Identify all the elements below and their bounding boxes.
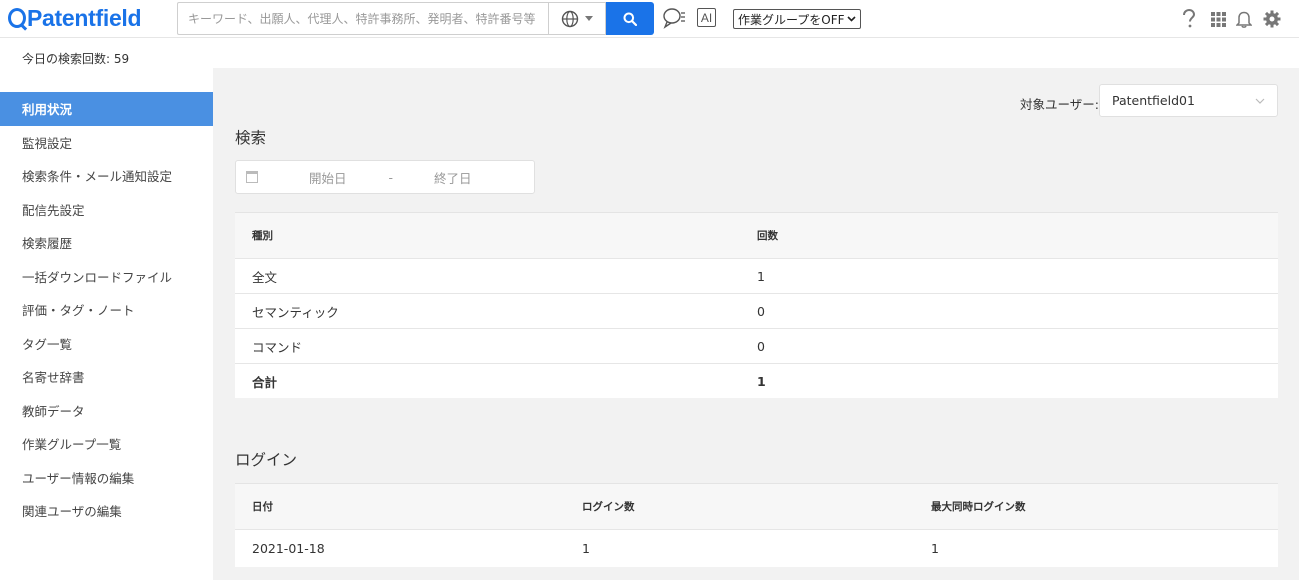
- settings-button[interactable]: [1261, 8, 1283, 30]
- ai-button[interactable]: AI: [697, 8, 716, 27]
- search-box: [177, 2, 548, 35]
- daily-search-count: 今日の検索回数: 59: [22, 52, 130, 66]
- chevron-down-icon: [585, 15, 593, 21]
- language-selector-button[interactable]: [548, 2, 606, 35]
- column-header-count: 回数: [757, 230, 778, 242]
- work-group-select[interactable]: 作業グループをOFF: [733, 9, 861, 29]
- row-count: 0: [757, 303, 765, 319]
- sidebar-item-related-users[interactable]: 関連ユーザの編集: [0, 494, 213, 528]
- sidebar-item-monitoring[interactable]: 監視設定: [0, 126, 213, 160]
- target-user-select[interactable]: Patentfield01: [1099, 84, 1278, 117]
- table-header: 日付 ログイン数 最大同時ログイン数: [235, 483, 1278, 529]
- table-row: コマンド 0: [235, 328, 1278, 363]
- login-section-title: ログイン: [235, 451, 298, 469]
- chevron-down-icon: [847, 16, 856, 22]
- row-count: 1: [757, 268, 765, 284]
- column-header-date: 日付: [252, 501, 273, 513]
- chat-icon: [663, 8, 685, 29]
- search-button[interactable]: [606, 2, 654, 35]
- column-header-type: 種別: [252, 230, 273, 242]
- column-header-login-count: ログイン数: [582, 501, 635, 513]
- work-group-value: 作業グループをOFF: [738, 12, 845, 27]
- notifications-button[interactable]: [1233, 8, 1255, 30]
- sidebar-item-search-conditions[interactable]: 検索条件・メール通知設定: [0, 159, 213, 193]
- end-date-input[interactable]: 終了日: [434, 168, 472, 187]
- logo[interactable]: Patentfield: [8, 4, 142, 31]
- ai-icon: AI: [700, 10, 713, 25]
- globe-icon: [561, 10, 579, 27]
- bell-icon: [1236, 11, 1252, 28]
- sidebar-item-user-info[interactable]: ユーザー情報の編集: [0, 461, 213, 495]
- row-max-concurrent: 1: [931, 541, 939, 556]
- gear-icon: [1263, 10, 1281, 28]
- total-label: 合計: [252, 374, 278, 390]
- sidebar-item-search-history[interactable]: 検索履歴: [0, 226, 213, 260]
- row-count: 0: [757, 338, 765, 354]
- row-type: 全文: [252, 269, 278, 285]
- top-header: Patentfield AI 作業グループをOFF: [0, 0, 1299, 38]
- row-date: 2021-01-18: [252, 541, 325, 556]
- search-icon: [623, 12, 637, 26]
- logo-text: Patentfield: [27, 4, 142, 31]
- table-row: セマンティック 0: [235, 293, 1278, 328]
- logo-mark-icon: [8, 8, 26, 28]
- calendar-icon: [246, 171, 258, 183]
- date-range-picker[interactable]: 開始日 - 終了日: [235, 160, 535, 194]
- sidebar-item-eval-tag-note[interactable]: 評価・タグ・ノート: [0, 293, 213, 327]
- sidebar-item-tag-list[interactable]: タグ一覧: [0, 327, 213, 361]
- apps-button[interactable]: [1207, 8, 1229, 30]
- table-row: 全文 1: [235, 258, 1278, 293]
- login-table: 日付 ログイン数 最大同時ログイン数 2021-01-18 1 1: [235, 483, 1278, 567]
- sidebar-item-bulk-download[interactable]: 一括ダウンロードファイル: [0, 260, 213, 294]
- search-usage-table: 種別 回数 全文 1 セマンティック 0 コマンド 0 合計 1: [235, 212, 1278, 398]
- row-login-count: 1: [582, 541, 590, 556]
- search-input[interactable]: [178, 3, 548, 34]
- date-separator: -: [388, 169, 394, 185]
- column-header-max-concurrent: 最大同時ログイン数: [931, 501, 1026, 513]
- start-date-input[interactable]: 開始日: [309, 168, 347, 187]
- help-icon: [1183, 9, 1196, 28]
- table-header: 種別 回数: [235, 212, 1278, 258]
- total-count: 1: [757, 373, 766, 389]
- target-user-value: Patentfield01: [1112, 93, 1195, 108]
- main-content: 対象ユーザー: Patentfield01 検索 開始日 - 終了日 種別 回数…: [213, 68, 1299, 580]
- sidebar-item-work-groups[interactable]: 作業グループ一覧: [0, 427, 213, 461]
- help-button[interactable]: [1178, 8, 1200, 30]
- row-type: コマンド: [252, 339, 303, 355]
- sidebar-item-delivery[interactable]: 配信先設定: [0, 193, 213, 227]
- row-type: セマンティック: [252, 304, 339, 320]
- sidebar-item-name-dictionary[interactable]: 名寄せ辞書: [0, 360, 213, 394]
- sidebar-nav: 利用状況 監視設定 検索条件・メール通知設定 配信先設定 検索履歴 一括ダウンロ…: [0, 92, 213, 528]
- sidebar-item-usage[interactable]: 利用状況: [0, 92, 213, 126]
- table-row: 2021-01-18 1 1: [235, 529, 1278, 567]
- target-user-label: 対象ユーザー:: [1020, 97, 1099, 112]
- search-section-title: 検索: [235, 129, 267, 147]
- chat-button[interactable]: [662, 7, 686, 29]
- chevron-down-icon: [1255, 98, 1265, 104]
- apps-grid-icon: [1210, 11, 1226, 27]
- sidebar: 今日の検索回数: 59 利用状況 監視設定 検索条件・メール通知設定 配信先設定…: [0, 38, 213, 580]
- sidebar-item-training-data[interactable]: 教師データ: [0, 394, 213, 428]
- table-total-row: 合計 1: [235, 363, 1278, 398]
